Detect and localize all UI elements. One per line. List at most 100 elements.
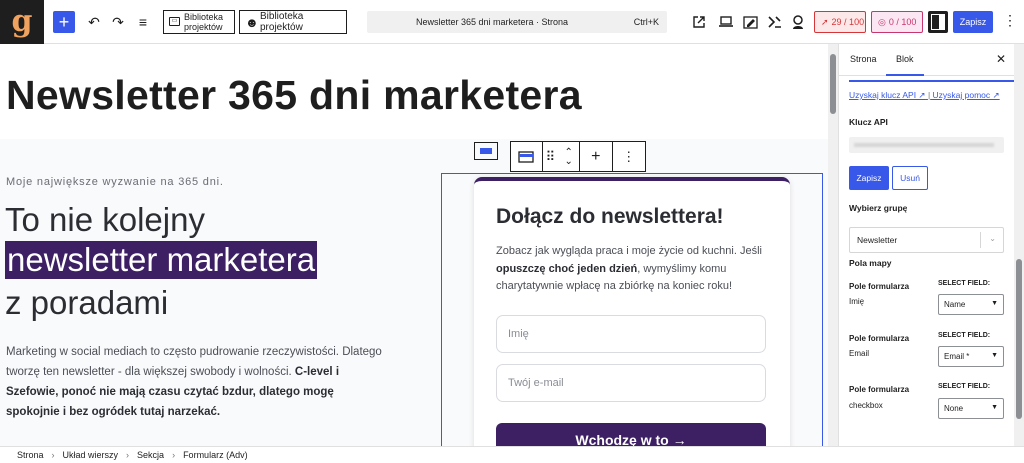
move-buttons: ⌃ ⌄ (558, 142, 580, 171)
intro-paragraph[interactable]: Marketing w social mediach to często pud… (6, 342, 386, 422)
headline-line-1[interactable]: To nie kolejny (5, 201, 205, 239)
row-1-title: Pole formularza (849, 282, 910, 291)
logo-letter: g (11, 4, 33, 39)
newsletter-form-card[interactable]: Dołącz do newslettera! Zobacz jak wygląd… (474, 177, 790, 446)
row-3-select-label: SELECT FIELD: (938, 383, 991, 390)
page-title[interactable]: Newsletter 365 dni marketera (6, 72, 582, 119)
edit-icon[interactable] (742, 10, 758, 34)
row-1-name: Imię (849, 297, 865, 306)
breadcrumb-item-form[interactable]: Formularz (Adv) (183, 450, 248, 460)
save-button[interactable]: Zapisz (953, 11, 993, 33)
user-agent-icon[interactable] (790, 10, 806, 34)
row-1-select[interactable]: Name ▼ (938, 294, 1004, 315)
api-delete-button[interactable]: Usuń (892, 166, 928, 190)
group-label: Wybierz grupę (849, 203, 908, 213)
block-options-icon[interactable]: ⋮ (613, 142, 646, 171)
ai-tools-icon[interactable] (766, 10, 782, 34)
form-description: Zobacz jak wygląda praca i moje życie od… (496, 243, 776, 296)
group-select[interactable]: Newsletter ⌄ (849, 227, 1004, 253)
user-library-icon: ☻ (245, 15, 259, 30)
settings-sidebar: Strona Blok ✕ Uzyskaj klucz API ↗ | Uzys… (838, 44, 1024, 446)
drag-handle-icon[interactable]: ⠿ (543, 142, 559, 171)
name-input[interactable]: Imię (496, 315, 766, 353)
library-button-2-label: Biblioteka projektów (260, 11, 304, 33)
api-key-field[interactable] (849, 137, 1004, 153)
editor-canvas: Newsletter 365 dni marketera Moje najwię… (0, 44, 838, 446)
settings-panel-toggle-icon[interactable] (928, 11, 948, 33)
breadcrumb-item-section[interactable]: Sekcja (137, 450, 164, 460)
close-icon[interactable]: ✕ (996, 52, 1006, 66)
breadcrumb-item-row-layout[interactable]: Układ wierszy (63, 450, 119, 460)
email-input[interactable]: Twój e-mail (496, 364, 766, 402)
tagline[interactable]: Moje największe wyzwanie na 365 dni. (6, 176, 224, 188)
sidebar-links: Uzyskaj klucz API ↗ | Uzyskaj pomoc ↗ (849, 90, 1000, 101)
library-button-2[interactable]: ☻ Biblioteka projektów (239, 10, 347, 34)
headline-line-3[interactable]: z poradami (5, 284, 168, 322)
group-select-value: Newsletter (857, 235, 898, 245)
link-separator: | (927, 90, 931, 100)
row-3-select[interactable]: None ▼ (938, 398, 1004, 419)
external-link-icon[interactable] (692, 10, 706, 34)
add-inner-block-icon[interactable]: + (580, 142, 613, 171)
form-desc-1: Zobacz jak wygląda praca i moje życie od… (496, 245, 762, 257)
sidebar-scrollbar[interactable] (1014, 44, 1024, 446)
seo-score-value: 29 / 100 (831, 17, 865, 27)
headline-line-2-highlight[interactable]: newsletter marketera (5, 241, 318, 279)
get-help-link[interactable]: Uzyskaj pomoc ↗ (933, 90, 1000, 100)
more-options-icon[interactable]: ⋮ (1003, 12, 1017, 29)
chevron-down-icon: ▼ (991, 352, 998, 359)
row-2-select-label: SELECT FIELD: (938, 332, 991, 339)
field-map-label: Pola mapy (849, 258, 892, 268)
row-3-select-value: None (944, 404, 964, 413)
chevron-down-icon: ▼ (991, 404, 998, 411)
breadcrumb-item-page[interactable]: Strona (17, 450, 44, 460)
api-save-button[interactable]: Zapisz (849, 166, 889, 190)
block-toolbar: ⠿ ⌃ ⌄ + ⋮ (510, 141, 646, 172)
seo-score-icon: ➚ (821, 16, 829, 27)
chevron-down-icon: ⌄ (989, 234, 996, 243)
readability-score-icon: ◎ (878, 16, 886, 27)
api-key-label: Klucz API (849, 117, 888, 127)
row-2-title: Pole formularza (849, 334, 910, 343)
undo-icon[interactable]: ↶ (86, 10, 102, 34)
panel-divider (849, 80, 1014, 82)
subscribe-button[interactable]: Wchodzę w to → (496, 423, 766, 446)
readability-score-badge[interactable]: ◎ 0 / 100 (871, 11, 923, 33)
row-2-select[interactable]: Email * ▼ (938, 346, 1004, 367)
row-2-select-value: Email * (944, 352, 970, 361)
seo-score-badge[interactable]: ➚ 29 / 100 (814, 11, 866, 33)
row-3-name: checkbox (849, 401, 883, 410)
row-2-name: Email (849, 349, 870, 358)
readability-score-value: 0 / 100 (888, 17, 917, 27)
tab-page[interactable]: Strona (850, 54, 877, 64)
parent-block-selector-icon[interactable] (474, 142, 498, 160)
redo-icon[interactable]: ↷ (110, 10, 126, 34)
breadcrumb: Strona › Układ wierszy › Sekcja › Formul… (0, 446, 1024, 463)
move-down-icon[interactable]: ⌄ (564, 156, 572, 166)
list-view-icon[interactable]: ≡ (134, 10, 152, 34)
desktop-preview-icon[interactable] (718, 10, 734, 34)
row-3-title: Pole formularza (849, 385, 910, 394)
get-api-key-link[interactable]: Uzyskaj klucz API ↗ (849, 90, 926, 100)
chevron-down-icon: ▼ (991, 300, 998, 307)
row-1-select-label: SELECT FIELD: (938, 280, 991, 287)
command-title: Newsletter 365 dni marketera · Strona (415, 17, 569, 27)
library-button-1-label: Biblioteka projektów (184, 12, 224, 32)
site-logo[interactable]: g (0, 0, 44, 44)
chevron-right-icon: › (51, 450, 55, 460)
library-icon: ▭ (169, 17, 180, 26)
command-palette-button[interactable]: Newsletter 365 dni marketera · Strona Ct… (367, 11, 667, 33)
row-1-select-value: Name (944, 300, 966, 309)
form-desc-bold: opuszczę choć jeden dzień (496, 262, 638, 275)
chevron-right-icon: › (126, 450, 130, 460)
editor-top-bar: g + ↶ ↷ ≡ ▭ Biblioteka projektów ☻ Bibli… (0, 0, 1024, 44)
block-type-icon[interactable] (511, 142, 543, 171)
canvas-scrollbar[interactable] (828, 44, 838, 446)
form-title: Dołącz do newslettera! (496, 205, 724, 228)
command-shortcut: Ctrl+K (633, 17, 659, 27)
sidebar-tabs: Strona Blok ✕ (839, 44, 1024, 76)
tab-block[interactable]: Blok (886, 54, 924, 76)
chevron-right-icon: › (172, 450, 176, 460)
add-block-button[interactable]: + (53, 11, 75, 33)
library-button-1[interactable]: ▭ Biblioteka projektów (163, 10, 235, 34)
